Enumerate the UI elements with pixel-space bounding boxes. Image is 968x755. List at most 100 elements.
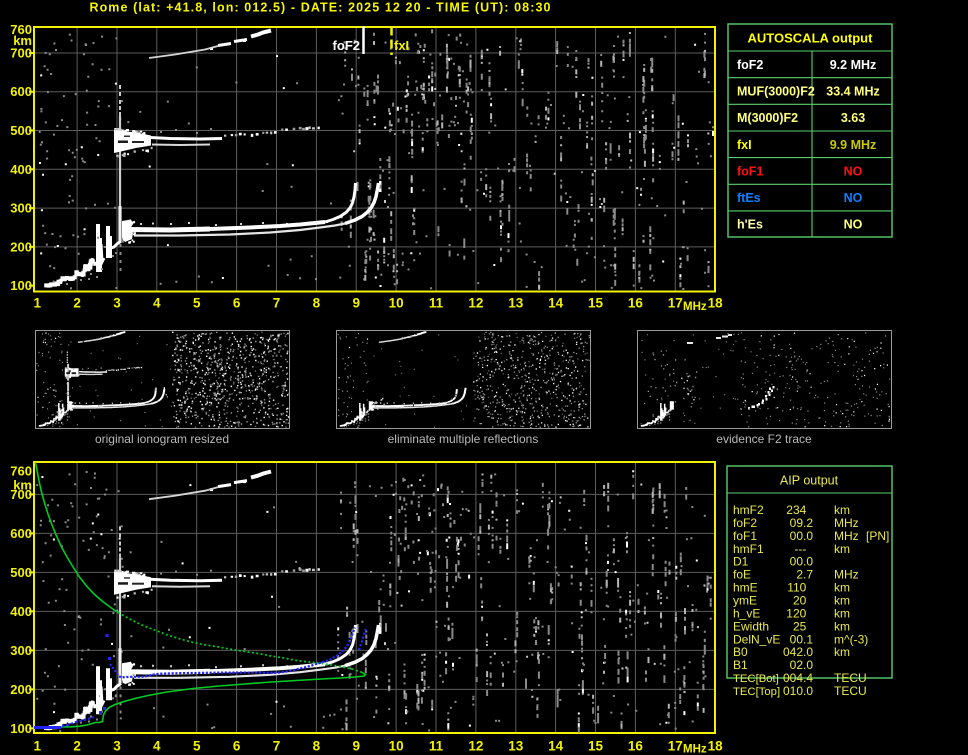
svg-text:MHz: MHz bbox=[683, 744, 707, 755]
svg-text:km: km bbox=[834, 619, 850, 633]
svg-text:NO: NO bbox=[844, 164, 863, 178]
svg-text:original ionogram resized: original ionogram resized bbox=[95, 432, 229, 446]
svg-text:600: 600 bbox=[10, 84, 32, 99]
svg-text:8: 8 bbox=[313, 296, 321, 311]
svg-text:5: 5 bbox=[193, 739, 201, 754]
svg-text:ymE: ymE bbox=[733, 594, 757, 608]
svg-text:NO: NO bbox=[844, 217, 863, 231]
svg-text:fxI: fxI bbox=[737, 138, 752, 152]
svg-text:20: 20 bbox=[793, 594, 813, 608]
svg-text:600: 600 bbox=[10, 526, 32, 541]
svg-text:33.4 MHz: 33.4 MHz bbox=[826, 85, 880, 99]
svg-text:400: 400 bbox=[10, 604, 32, 619]
svg-text:120: 120 bbox=[786, 606, 813, 620]
svg-text:km: km bbox=[834, 606, 850, 620]
svg-text:D1: D1 bbox=[733, 555, 749, 569]
svg-text:110: 110 bbox=[787, 581, 813, 595]
svg-text:h_vE: h_vE bbox=[733, 606, 760, 620]
svg-text:---: --- bbox=[794, 542, 813, 556]
svg-text:7: 7 bbox=[273, 739, 281, 754]
svg-text:MHz: MHz bbox=[834, 516, 859, 530]
svg-text:TEC[Top]: TEC[Top] bbox=[733, 686, 780, 698]
svg-text:ftEs: ftEs bbox=[737, 191, 761, 205]
svg-text:TECU: TECU bbox=[834, 684, 867, 698]
svg-text:10: 10 bbox=[389, 739, 404, 754]
svg-text:h'Es: h'Es bbox=[737, 217, 763, 231]
svg-text:12: 12 bbox=[468, 739, 483, 754]
svg-text:18: 18 bbox=[708, 296, 724, 311]
svg-text:hmF2: hmF2 bbox=[733, 503, 764, 517]
svg-text:Rome (lat: +41.8, lon: 012.5): Rome (lat: +41.8, lon: 012.5) - DATE: 20… bbox=[89, 1, 551, 15]
svg-text:TECU: TECU bbox=[834, 671, 867, 685]
svg-text:NO: NO bbox=[844, 191, 863, 205]
svg-text:foF2: foF2 bbox=[333, 38, 360, 53]
svg-text:15: 15 bbox=[588, 296, 604, 311]
svg-text:17: 17 bbox=[668, 739, 683, 754]
svg-text:02.0: 02.0 bbox=[790, 658, 814, 672]
svg-text:eliminate multiple reflections: eliminate multiple reflections bbox=[388, 432, 539, 446]
svg-text:foF1: foF1 bbox=[737, 164, 763, 178]
svg-text:200: 200 bbox=[10, 239, 32, 254]
svg-text:m^(-3): m^(-3) bbox=[834, 632, 868, 646]
svg-text:4: 4 bbox=[153, 296, 161, 311]
svg-text:14: 14 bbox=[548, 296, 564, 311]
svg-text:042.0: 042.0 bbox=[783, 645, 813, 659]
svg-text:3.63: 3.63 bbox=[841, 111, 865, 125]
svg-text:00.0: 00.0 bbox=[790, 555, 814, 569]
svg-text:M(3000)F2: M(3000)F2 bbox=[737, 111, 798, 125]
svg-text:09.2: 09.2 bbox=[790, 516, 814, 530]
svg-text:9.2 MHz: 9.2 MHz bbox=[830, 58, 877, 72]
svg-text:hmF1: hmF1 bbox=[733, 542, 764, 556]
svg-text:14: 14 bbox=[548, 739, 564, 754]
svg-text:4: 4 bbox=[153, 739, 161, 754]
svg-text:evidence F2 trace: evidence F2 trace bbox=[716, 432, 812, 446]
svg-text:km: km bbox=[834, 581, 850, 595]
svg-text:km: km bbox=[834, 503, 850, 517]
svg-text:25: 25 bbox=[793, 619, 813, 633]
svg-text:15: 15 bbox=[588, 739, 604, 754]
svg-text:9: 9 bbox=[352, 739, 360, 754]
svg-text:700: 700 bbox=[10, 487, 32, 502]
svg-text:foE: foE bbox=[733, 568, 751, 582]
svg-text:AUTOSCALA output: AUTOSCALA output bbox=[748, 31, 874, 46]
svg-text:3: 3 bbox=[113, 739, 121, 754]
svg-text:MUF(3000)F2: MUF(3000)F2 bbox=[737, 85, 815, 99]
svg-text:2: 2 bbox=[73, 296, 81, 311]
svg-text:2.7: 2.7 bbox=[796, 568, 813, 582]
svg-text:5: 5 bbox=[193, 296, 201, 311]
svg-text:km: km bbox=[834, 542, 850, 556]
svg-text:1: 1 bbox=[33, 296, 41, 311]
svg-text:11: 11 bbox=[429, 296, 444, 311]
svg-text:13: 13 bbox=[508, 296, 524, 311]
svg-text:DelN_vE: DelN_vE bbox=[733, 632, 780, 646]
svg-text:9: 9 bbox=[352, 296, 360, 311]
svg-text:MHz: MHz bbox=[834, 568, 859, 582]
svg-text:300: 300 bbox=[10, 643, 32, 658]
svg-text:fxI: fxI bbox=[394, 38, 409, 53]
svg-text:6: 6 bbox=[233, 739, 241, 754]
svg-text:[PN]: [PN] bbox=[866, 529, 889, 543]
svg-text:17: 17 bbox=[668, 296, 683, 311]
svg-text:100: 100 bbox=[10, 721, 32, 736]
svg-text:7: 7 bbox=[273, 296, 281, 311]
svg-text:foF1: foF1 bbox=[733, 529, 757, 543]
svg-text:18: 18 bbox=[708, 739, 724, 754]
svg-text:234: 234 bbox=[786, 503, 813, 517]
svg-text:AIP output: AIP output bbox=[780, 474, 839, 488]
svg-text:B0: B0 bbox=[733, 645, 748, 659]
svg-text:760: 760 bbox=[10, 463, 32, 478]
svg-text:200: 200 bbox=[10, 682, 32, 697]
svg-text:km: km bbox=[834, 645, 850, 659]
svg-text:11: 11 bbox=[429, 739, 444, 754]
svg-text:foF2: foF2 bbox=[737, 58, 763, 72]
svg-text:2: 2 bbox=[73, 739, 81, 754]
svg-text:500: 500 bbox=[10, 123, 32, 138]
svg-text:3: 3 bbox=[113, 296, 121, 311]
svg-text:16: 16 bbox=[628, 739, 644, 754]
svg-text:16: 16 bbox=[628, 296, 644, 311]
svg-text:B1: B1 bbox=[733, 658, 748, 672]
svg-text:MHz: MHz bbox=[683, 301, 707, 313]
svg-text:300: 300 bbox=[10, 201, 32, 216]
svg-text:500: 500 bbox=[10, 565, 32, 580]
svg-text:700: 700 bbox=[10, 46, 32, 61]
